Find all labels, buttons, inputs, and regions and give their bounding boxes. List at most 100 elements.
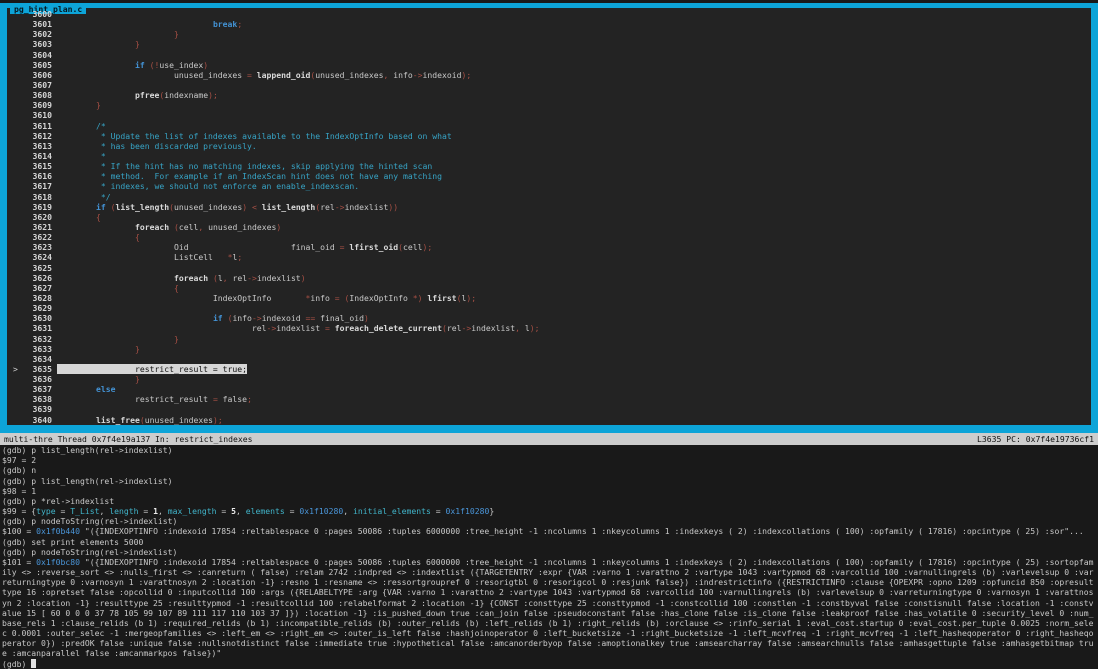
source-code-text xyxy=(52,80,57,90)
line-marker-gutter xyxy=(7,293,25,303)
source-line: 3619 if (list_length(unused_indexes) < l… xyxy=(7,202,1091,212)
line-marker-gutter xyxy=(7,344,25,354)
source-code-text: Oid final_oid = lfirst_oid(cell); xyxy=(52,242,432,252)
source-code-text: foreach (cell, unused_indexes) xyxy=(52,222,281,232)
line-number: 3606 xyxy=(25,70,52,80)
source-line: 3629 xyxy=(7,303,1091,313)
source-line: 3628 IndexOptInfo *info = (IndexOptInfo … xyxy=(7,293,1091,303)
line-marker-gutter xyxy=(7,242,25,252)
line-number: 3629 xyxy=(25,303,52,313)
line-marker-gutter xyxy=(7,121,25,131)
gdb-console[interactable]: (gdb) p list_length(rel->indexlist)$97 =… xyxy=(0,445,1098,669)
source-code-text: pfree(indexname); xyxy=(52,90,218,100)
source-pane[interactable]: 3600 3601 break; 3602 } 3603 } 3604 3605… xyxy=(7,8,1091,425)
source-line: 3603 } xyxy=(7,39,1091,49)
source-line: 3624 ListCell *l; xyxy=(7,252,1091,262)
line-number: 3603 xyxy=(25,39,52,49)
source-line: 3606 unused_indexes = lappend_oid(unused… xyxy=(7,70,1091,80)
source-code-text: foreach (l, rel->indexlist) xyxy=(52,273,306,283)
line-marker-gutter xyxy=(7,212,25,222)
source-line: 3638 restrict_result = false; xyxy=(7,394,1091,404)
source-line: 3602 } xyxy=(7,29,1091,39)
line-marker-gutter xyxy=(7,323,25,333)
source-code-text: restrict_result = false; xyxy=(52,394,252,404)
source-line: 3610 xyxy=(7,110,1091,120)
source-line: 3609 } xyxy=(7,100,1091,110)
console-line: $98 = 1 xyxy=(2,486,1098,496)
console-line: $100 = 0x1f0b440 "({INDEXOPTINFO :indexo… xyxy=(2,526,1098,536)
line-number: 3632 xyxy=(25,334,52,344)
source-line: 3612 * Update the list of indexes availa… xyxy=(7,131,1091,141)
line-marker-gutter xyxy=(7,181,25,191)
line-number: 3605 xyxy=(25,60,52,70)
line-number: 3602 xyxy=(25,29,52,39)
source-code-text: else xyxy=(52,384,115,394)
line-marker-gutter xyxy=(7,161,25,171)
source-code-text: } xyxy=(52,29,179,39)
source-line: 3614 * xyxy=(7,151,1091,161)
line-number: 3628 xyxy=(25,293,52,303)
console-line: $101 = 0x1f0bc80 "({INDEXOPTINFO :indexo… xyxy=(2,557,1098,567)
source-code-text: list_free(unused_indexes); xyxy=(52,415,223,425)
console-line: c 0.0001 :outer_selec -1 :mergeopfamilie… xyxy=(2,628,1098,638)
console-line: returningtype 0 :varnosyn 1 :varattnosyn… xyxy=(2,577,1098,587)
line-number: 3630 xyxy=(25,313,52,323)
line-marker-gutter xyxy=(7,131,25,141)
line-marker-gutter xyxy=(7,394,25,404)
source-line: 3611 /* xyxy=(7,121,1091,131)
source-line: 3618 */ xyxy=(7,192,1091,202)
line-number: 3612 xyxy=(25,131,52,141)
source-code-text xyxy=(52,354,57,364)
source-line: 3616 * method. For example if an IndexSc… xyxy=(7,171,1091,181)
source-line: 3631 rel->indexlist = foreach_delete_cur… xyxy=(7,323,1091,333)
source-line: 3637 else xyxy=(7,384,1091,394)
line-number: 3607 xyxy=(25,80,52,90)
line-number: 3614 xyxy=(25,151,52,161)
source-code-text: * method. For example if an IndexScan hi… xyxy=(52,171,442,181)
line-number: 3623 xyxy=(25,242,52,252)
source-line: 3613 * has been discarded previously. xyxy=(7,141,1091,151)
line-marker-gutter xyxy=(7,374,25,384)
line-number: 3627 xyxy=(25,283,52,293)
line-number: 3635 xyxy=(25,364,52,374)
line-number: 3633 xyxy=(25,344,52,354)
source-line: 3639 xyxy=(7,404,1091,414)
line-number: 3622 xyxy=(25,232,52,242)
source-line: 3625 xyxy=(7,263,1091,273)
source-code-text: restrict_result = true; xyxy=(52,364,247,374)
line-number: 3626 xyxy=(25,273,52,283)
line-marker-gutter xyxy=(7,222,25,232)
source-code-text: * indexes, we should not enforce an enab… xyxy=(52,181,359,191)
console-line: (gdb) xyxy=(2,659,1098,669)
source-line: 3636 } xyxy=(7,374,1091,384)
line-marker-gutter xyxy=(7,334,25,344)
source-code-text xyxy=(52,50,57,60)
line-number: 3638 xyxy=(25,394,52,404)
line-number: 3639 xyxy=(25,404,52,414)
current-line-marker: > xyxy=(7,364,25,374)
line-number: 3615 xyxy=(25,161,52,171)
source-code-text: * Update the list of indexes available t… xyxy=(52,131,452,141)
line-number: 3600 xyxy=(25,9,52,19)
source-window-frame: pg_hint_plan.c 3600 3601 break; 3602 } 3… xyxy=(0,3,1098,433)
line-marker-gutter xyxy=(7,404,25,414)
terminal-cursor[interactable] xyxy=(31,659,36,668)
source-line: 3634 xyxy=(7,354,1091,364)
source-code-text: { xyxy=(52,283,179,293)
source-code-text: /* xyxy=(52,121,106,131)
line-number: 3618 xyxy=(25,192,52,202)
source-code-text: } xyxy=(52,39,140,49)
line-marker-gutter xyxy=(7,303,25,313)
line-marker-gutter xyxy=(7,80,25,90)
line-number: 3620 xyxy=(25,212,52,222)
line-marker-gutter xyxy=(7,39,25,49)
console-line: (gdb) p list_length(rel->indexlist) xyxy=(2,445,1098,455)
line-marker-gutter xyxy=(7,19,25,29)
line-marker-gutter xyxy=(7,313,25,323)
console-line: (gdb) p nodeToString(rel->indexlist) xyxy=(2,547,1098,557)
line-marker-gutter xyxy=(7,90,25,100)
line-marker-gutter xyxy=(7,151,25,161)
source-line: 3600 xyxy=(7,9,1091,19)
source-code-text xyxy=(52,263,57,273)
line-number: 3624 xyxy=(25,252,52,262)
